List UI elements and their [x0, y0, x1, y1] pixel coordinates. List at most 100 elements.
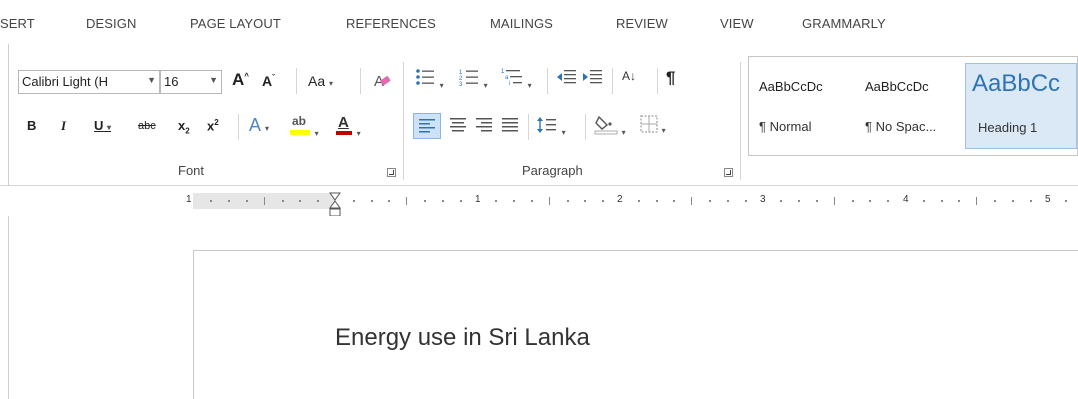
underline-button[interactable]: U ▾ [94, 118, 111, 133]
ruler-dot [513, 200, 515, 202]
superscript-button[interactable]: x2 [207, 118, 219, 133]
ruler-dot [1030, 200, 1032, 202]
font-size-value: 16 [164, 74, 179, 89]
tab-insert[interactable]: SERT [0, 16, 35, 31]
separator [238, 114, 239, 140]
ruler-dot [1065, 200, 1067, 202]
paint-bucket-icon [594, 115, 618, 135]
ruler-dot [460, 200, 462, 202]
shrink-font-button[interactable]: Aˇ [262, 73, 275, 89]
ruler-dot [495, 200, 497, 202]
borders-button[interactable]: ▾ [640, 115, 666, 136]
strikethrough-label: abc [138, 120, 156, 132]
style-no-spacing[interactable]: AaBbCcDc ¶ No Spac... [859, 63, 959, 149]
tab-page-layout[interactable]: PAGE LAYOUT [190, 16, 281, 31]
text-effects-button[interactable]: A ▾ [249, 115, 269, 136]
paragraph-group-label: Paragraph [522, 163, 583, 178]
change-case-button[interactable]: Aa ▾ [308, 73, 333, 89]
ruler-dot [442, 200, 444, 202]
show-formatting-button[interactable]: ¶ [666, 68, 675, 88]
italic-label: I [61, 118, 67, 133]
align-right-button[interactable] [474, 115, 494, 138]
bullets-button[interactable]: ▾ [414, 66, 444, 91]
ruler-dot [299, 200, 301, 202]
ruler-dot [210, 200, 212, 202]
tab-view[interactable]: VIEW [720, 16, 754, 31]
ruler-dot [727, 200, 729, 202]
separator [547, 68, 548, 94]
ruler-dot [869, 200, 871, 202]
font-color-icon: A [335, 114, 353, 136]
align-left-button[interactable] [413, 113, 441, 139]
change-case-label: Aa [308, 73, 326, 89]
ruler-tick [264, 197, 265, 205]
group-separator [740, 62, 741, 180]
grow-font-label: A [232, 70, 245, 89]
tab-review[interactable]: REVIEW [616, 16, 668, 31]
style-normal[interactable]: AaBbCcDc ¶ Normal [753, 63, 853, 149]
style-name: ¶ No Spac... [865, 119, 937, 134]
font-dialog-launcher-icon[interactable] [387, 168, 396, 177]
tab-grammarly[interactable]: GRAMMARLY [802, 16, 886, 31]
chevron-down-icon[interactable]: ▼ [209, 75, 218, 85]
svg-text:3: 3 [459, 82, 463, 88]
ruler-dot [673, 200, 675, 202]
underline-label: U [94, 118, 104, 133]
subscript-button[interactable]: x2 [178, 118, 190, 136]
strikethrough-button[interactable]: abc [138, 120, 156, 132]
justify-button[interactable] [500, 115, 520, 138]
highlight-button[interactable]: ab ▾ [289, 114, 319, 139]
style-preview: AaBbCcDc [759, 79, 823, 94]
ruler-dot [709, 200, 711, 202]
clear-formatting-button[interactable]: A [372, 70, 392, 95]
svg-text:i: i [509, 81, 510, 87]
tab-references[interactable]: REFERENCES [346, 16, 436, 31]
ribbon-edge [8, 44, 9, 186]
separator [612, 68, 613, 94]
numbering-button[interactable]: 123 ▾ [458, 66, 488, 91]
decrease-indent-button[interactable] [556, 66, 578, 91]
tab-mailings[interactable]: MAILINGS [490, 16, 553, 31]
align-center-button[interactable] [448, 115, 468, 138]
styles-gallery: AaBbCcDc ¶ Normal AaBbCcDc ¶ No Spac... … [748, 56, 1078, 156]
multilevel-list-button[interactable]: 1ai ▾ [500, 66, 532, 91]
style-heading-1[interactable]: AaBbCc Heading 1 [965, 63, 1077, 149]
grow-font-button[interactable]: A^ [232, 70, 249, 90]
sort-button[interactable]: A↓ [622, 68, 636, 83]
ruler-tick [549, 197, 550, 205]
font-name-combo[interactable]: Calibri Light (H ▼ [18, 70, 160, 94]
line-spacing-button[interactable]: ▾ [536, 115, 566, 138]
highlighter-icon: ab [289, 114, 311, 136]
ruler-label: 1 [475, 194, 481, 205]
document-page[interactable] [193, 250, 1078, 399]
ruler-dot [745, 200, 747, 202]
justify-icon [502, 118, 518, 132]
chevron-down-icon[interactable]: ▼ [147, 75, 156, 85]
shading-button[interactable]: ▾ [594, 113, 626, 138]
font-size-combo[interactable]: 16 ▼ [160, 70, 222, 94]
style-name: ¶ Normal [759, 119, 812, 134]
tab-design[interactable]: DESIGN [86, 16, 136, 31]
document-heading-text[interactable]: Energy use in Sri Lanka [335, 324, 590, 352]
ruler-label: 5 [1045, 194, 1051, 205]
increase-indent-button[interactable] [582, 66, 604, 91]
ruler-dot [602, 200, 604, 202]
window-edge [8, 216, 9, 399]
ruler-dot [638, 200, 640, 202]
ruler-dot [353, 200, 355, 202]
font-color-label: A [338, 114, 349, 131]
bold-button[interactable]: B [27, 118, 36, 133]
italic-button[interactable]: I [61, 118, 66, 134]
ruler-dot [228, 200, 230, 202]
font-color-button[interactable]: A ▾ [335, 114, 361, 139]
ruler-dot [246, 200, 248, 202]
font-color-bar [336, 131, 352, 135]
bullet-list-icon [416, 69, 434, 85]
sort-label: A↓ [622, 69, 637, 83]
paragraph-dialog-launcher-icon[interactable] [724, 168, 733, 177]
pilcrow-label: ¶ [666, 68, 676, 87]
ruler-label: 3 [760, 194, 766, 205]
font-group-label: Font [178, 163, 205, 178]
ruler-dot [656, 200, 658, 202]
increase-indent-icon [583, 70, 602, 84]
